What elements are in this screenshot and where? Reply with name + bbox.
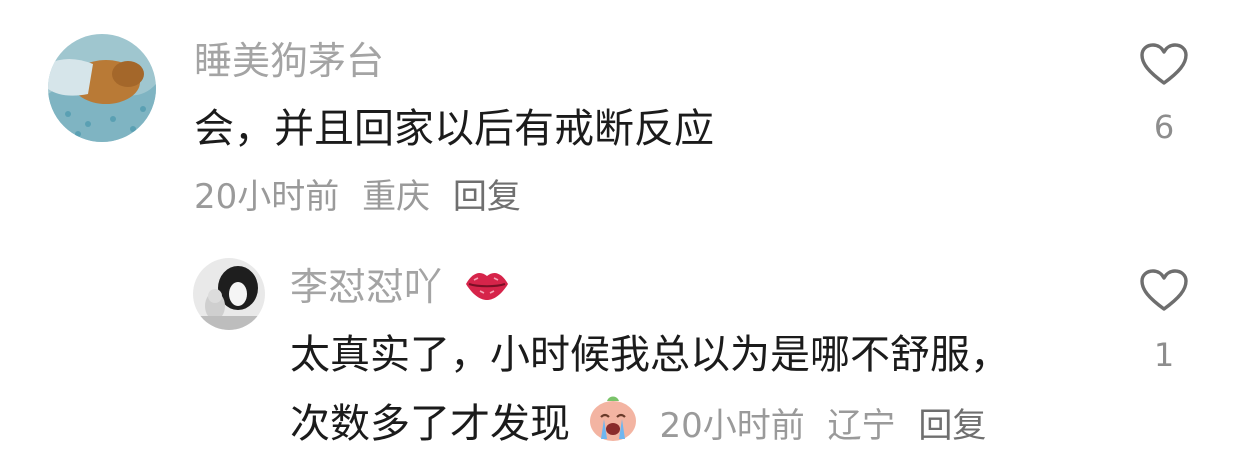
crying-emoji-icon (587, 393, 639, 459)
comment-meta: 20小时前 重庆 回复 (194, 176, 533, 218)
username-text: 李怼怼吖 (290, 265, 443, 309)
comment-thread: 睡美狗茅台 会，并且回家以后有戒断反应 20小时前 重庆 回复 6 李怼怼吖 太… (0, 0, 1242, 469)
comment-text-line2: 次数多了才发现 20小时前 辽宁 回复 (290, 393, 998, 459)
comment-text: 会，并且回家以后有戒断反应 (194, 106, 714, 152)
username[interactable]: 李怼怼吖 (290, 264, 510, 313)
avatar[interactable] (193, 258, 265, 330)
like-count: 1 (1153, 336, 1175, 374)
comment-time: 20小时前 (194, 177, 340, 217)
heart-icon[interactable] (1139, 42, 1189, 90)
avatar[interactable] (48, 34, 156, 142)
comment-text: 太真实了，小时候我总以为是哪不舒服， (290, 332, 1010, 378)
lips-icon (464, 267, 510, 313)
reply-button[interactable]: 回复 (918, 406, 986, 446)
heart-icon[interactable] (1139, 268, 1189, 316)
like-count: 6 (1153, 108, 1175, 146)
comment-meta: 20小时前 辽宁 回复 (659, 406, 998, 446)
comment-location: 辽宁 (827, 406, 896, 446)
reply-button[interactable]: 回复 (453, 177, 521, 217)
username[interactable]: 睡美狗茅台 (194, 38, 384, 84)
comment-location: 重庆 (362, 177, 431, 217)
comment-time: 20小时前 (659, 406, 805, 446)
comment-text-continued: 次数多了才发现 (290, 401, 570, 447)
